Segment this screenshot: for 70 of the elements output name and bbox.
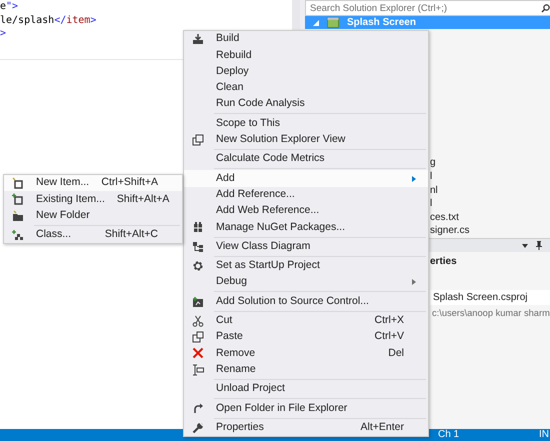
shortcut-text: Shift+Alt+C	[104, 227, 159, 242]
shortcut-text: Del	[388, 346, 405, 361]
code-line: e">	[0, 0, 18, 14]
menu-item[interactable]: Run Code Analysis	[184, 96, 428, 112]
menu-item[interactable]: Paste Ctrl+V	[184, 329, 428, 346]
redo-arrow-icon	[192, 402, 204, 414]
new-item-icon	[12, 177, 24, 190]
tree-item[interactable]: signer.cs	[430, 224, 550, 238]
tree-item[interactable]: ces.txt	[430, 210, 550, 224]
panel-title: erties	[430, 256, 457, 267]
tree-item[interactable]: nl	[430, 184, 550, 198]
build-icon	[192, 33, 204, 46]
rename-icon	[192, 364, 204, 376]
shortcut-text: Ctrl+V	[374, 329, 405, 344]
dropdown-icon[interactable]	[522, 244, 528, 248]
windows-icon	[192, 134, 204, 146]
expand-arrow-icon[interactable]	[313, 20, 319, 26]
menu-item[interactable]: Clean	[184, 80, 428, 96]
shortcut-text: Ctrl+Shift+A	[101, 175, 159, 190]
menu-item[interactable]: Cut Ctrl+X	[184, 312, 428, 330]
menu-item[interactable]: New Item... Ctrl+Shift+A	[4, 175, 182, 192]
menu-item[interactable]: Deploy	[184, 64, 428, 80]
status-text: Ch 1	[438, 429, 460, 441]
file-path: c:\users\anoop kumar sharm	[431, 307, 550, 320]
pin-icon[interactable]	[536, 241, 542, 250]
menu-item[interactable]: Add Solution to Source Control...	[184, 293, 428, 310]
wrench-icon	[192, 422, 204, 434]
tree-item[interactable]: l	[430, 197, 550, 211]
source-control-icon	[192, 296, 204, 308]
menu-item[interactable]: Properties Alt+Enter	[184, 420, 428, 436]
menu-item[interactable]: Scope to This	[184, 115, 428, 132]
status-text: IN	[539, 429, 549, 441]
project-icon	[327, 17, 339, 28]
scissors-icon	[192, 314, 204, 327]
property-value: Splash Screen.csproj	[430, 290, 550, 305]
menu-item[interactable]: Debug	[184, 274, 428, 290]
folder-icon	[12, 210, 24, 222]
menu-item[interactable]: Unload Project	[184, 380, 428, 398]
menu-item[interactable]: Add	[184, 170, 428, 187]
diagram-icon	[192, 240, 204, 253]
menu-item[interactable]: Open Folder in File Explorer	[184, 400, 428, 417]
menu-item[interactable]: New Folder	[4, 208, 182, 224]
gear-icon	[192, 260, 204, 272]
menu-item[interactable]: Add Reference...	[184, 186, 428, 203]
shortcut-text: Alt+Enter	[360, 420, 405, 435]
code-line: >	[0, 27, 6, 40]
menu-item[interactable]: New Solution Explorer View	[184, 132, 428, 148]
menu-item[interactable]: Class... Shift+Alt+C	[4, 226, 182, 244]
shortcut-text: Ctrl+X	[374, 313, 405, 328]
menu-item[interactable]: Rename	[184, 362, 428, 378]
search-field[interactable]: Search Solution Explorer (Ctrl+;)	[305, 0, 550, 16]
add-item-icon	[12, 193, 24, 206]
tree-item[interactable]: g	[430, 156, 550, 170]
close-icon	[192, 347, 204, 360]
tree-item[interactable]: l	[430, 170, 550, 184]
menu-item[interactable]: Manage NuGet Packages...	[184, 219, 428, 236]
package-icon	[192, 221, 204, 234]
menu-item[interactable]: Rebuild	[184, 47, 428, 64]
menu-item[interactable]: Set as StartUp Project	[184, 258, 428, 274]
search-icon	[541, 4, 550, 12]
class-icon	[12, 229, 24, 242]
menu-item[interactable]: View Class Diagram	[184, 238, 428, 255]
menu-item[interactable]: Add Web Reference...	[184, 202, 428, 220]
menu-item[interactable]: Remove Del	[184, 345, 428, 362]
menu-item[interactable]: Calculate Code Metrics	[184, 151, 428, 168]
menu-item[interactable]: Existing Item... Shift+Alt+A	[4, 191, 182, 208]
shortcut-text: Shift+Alt+A	[116, 192, 170, 207]
code-line: le/splash</item>	[0, 14, 96, 27]
menu-item[interactable]: Build	[184, 31, 428, 48]
paste-icon	[192, 331, 204, 344]
